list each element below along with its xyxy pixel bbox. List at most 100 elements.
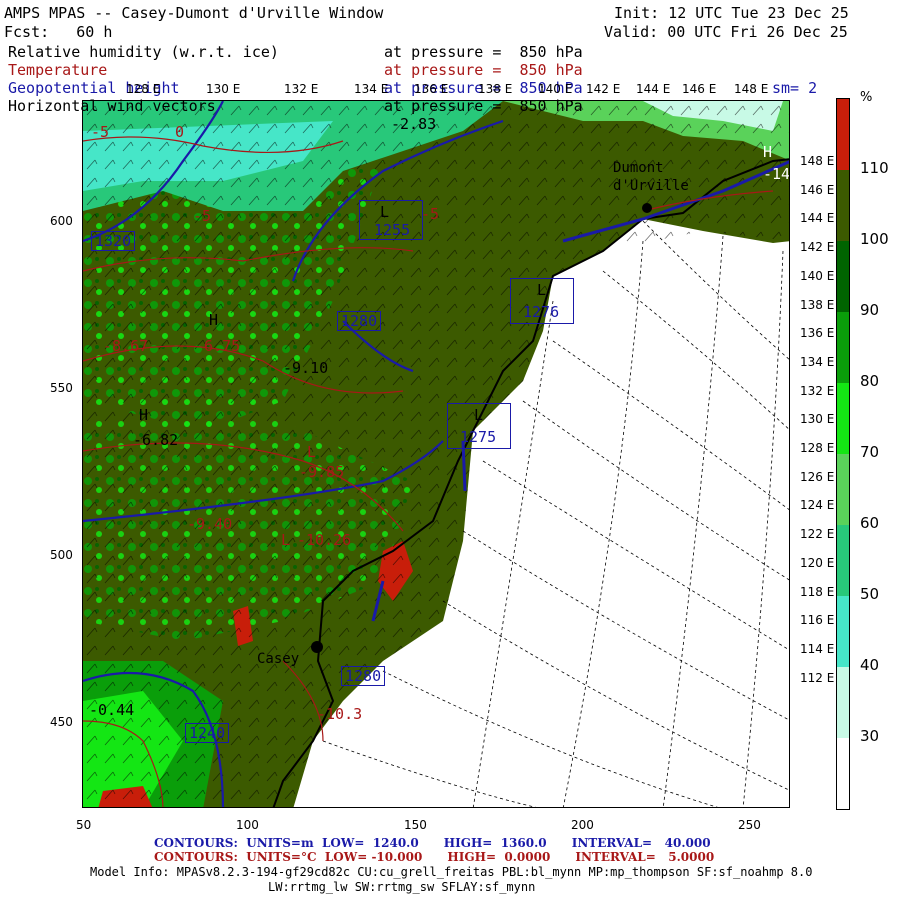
lon-label-4: 136 E xyxy=(414,82,449,96)
temp-label-6: -6.75 xyxy=(195,337,241,355)
footer-temp-contours: CONTOURS: UNITS=°C LOW= -10.000 HIGH= 0.… xyxy=(154,850,715,864)
colorbar-label-40: 40 xyxy=(860,656,880,674)
right-lon-label-11: 126 E xyxy=(800,470,835,484)
right-lon-label-6: 136 E xyxy=(800,326,835,340)
colorbar-segment-2 xyxy=(837,241,849,312)
height-label-3: 1280 xyxy=(337,311,382,331)
temp-label-15: 0 xyxy=(175,123,185,141)
smoothing-label: sm= 2 xyxy=(772,79,818,97)
hl-letter-4: H xyxy=(209,311,219,329)
right-lon-label-0: 148 E xyxy=(800,154,835,168)
lon-label-5: 138 E xyxy=(478,82,513,96)
temp-label-7: -6.82 xyxy=(133,431,179,449)
right-lon-label-1: 146 E xyxy=(800,183,835,197)
init-time: Init: 12 UTC Tue 23 Dec 25 xyxy=(614,4,849,22)
x-tick-250: 250 xyxy=(738,818,761,832)
right-lon-label-12: 124 E xyxy=(800,498,835,512)
colorbar-label-90: 90 xyxy=(860,301,880,319)
hl-letter-8: L xyxy=(281,531,291,549)
colorbar-unit: % xyxy=(860,90,873,105)
right-lon-label-16: 116 E xyxy=(800,613,835,627)
right-lon-label-9: 130 E xyxy=(800,412,835,426)
field-rh-name: Relative humidity (w.r.t. ice) xyxy=(8,43,279,61)
hl-letter-2: L xyxy=(537,281,547,299)
height-box-4: L 1276 xyxy=(510,278,574,324)
colorbar-segment-6 xyxy=(837,525,849,596)
temp-label-8: -9.85 xyxy=(299,463,345,481)
colorbar-segment-5 xyxy=(837,454,849,525)
right-lon-label-13: 122 E xyxy=(800,527,835,541)
x-tick-150: 150 xyxy=(404,818,427,832)
map-panel[interactable]: Dumont d'Urville Casey 1320 L 1255 1280 … xyxy=(82,100,790,808)
lon-label-10: 148 E xyxy=(734,82,769,96)
colorbar-label-70: 70 xyxy=(860,443,880,461)
y-tick-500: 500 xyxy=(50,548,73,562)
x-tick-100: 100 xyxy=(236,818,259,832)
footer-model-info: Model Info: MPASv8.2.3-194-gf29cd82c CU:… xyxy=(90,865,813,879)
hl-letter-3: L xyxy=(474,406,484,424)
temp-label-4: -9.10 xyxy=(283,359,329,377)
colorbar-segment-3 xyxy=(837,312,849,383)
height-label-7: 1240 xyxy=(185,723,230,743)
right-lon-label-5: 138 E xyxy=(800,298,835,312)
temp-label-2: -5 xyxy=(421,205,440,223)
colorbar xyxy=(836,98,850,810)
height-label-1: 1320 xyxy=(91,231,136,251)
colorbar-label-110: 110 xyxy=(860,159,889,177)
field-wind-level: at pressure = 850 hPa xyxy=(384,97,583,115)
height-label-6: 1280 xyxy=(341,666,386,686)
footer-height-contours: CONTOURS: UNITS=m LOW= 1240.0 HIGH= 1360… xyxy=(154,836,711,850)
field-temp-name: Temperature xyxy=(8,61,108,79)
y-tick-550: 550 xyxy=(50,381,73,395)
height-label-5: 1275 xyxy=(460,428,497,446)
temp-label-14: -14 xyxy=(763,165,790,183)
field-rh-level: at pressure = 850 hPa xyxy=(384,43,583,61)
right-lon-label-7: 134 E xyxy=(800,355,835,369)
x-tick-50: 50 xyxy=(76,818,92,832)
temp-label-3: -5 xyxy=(193,207,212,225)
right-lon-label-8: 132 E xyxy=(800,384,835,398)
map-title: AMPS MPAS -- Casey-Dumont d'Urville Wind… xyxy=(4,4,384,22)
lon-label-9: 146 E xyxy=(682,82,717,96)
right-lon-label-17: 114 E xyxy=(800,642,835,656)
lon-label-6: 140 E xyxy=(538,82,573,96)
y-tick-450: 450 xyxy=(50,715,73,729)
temp-label-13: -5 xyxy=(91,123,110,141)
colorbar-label-100: 100 xyxy=(860,230,889,248)
right-lon-label-4: 140 E xyxy=(800,269,835,283)
height-box-5: L 1275 xyxy=(447,403,511,449)
right-lon-label-2: 144 E xyxy=(800,211,835,225)
field-temp-level: at pressure = 850 hPa xyxy=(384,61,583,79)
valid-time: Valid: 00 UTC Fri 26 Dec 25 xyxy=(604,23,848,41)
hl-letter-6: H xyxy=(763,143,773,161)
station-casey-marker xyxy=(311,641,323,653)
station-dumont-durville-marker xyxy=(642,203,652,213)
forecast-hour: Fcst: 60 h xyxy=(4,23,113,41)
temp-label-10: -10.26 xyxy=(297,531,352,549)
right-lon-label-10: 128 E xyxy=(800,441,835,455)
right-lon-label-18: 112 E xyxy=(800,671,835,685)
lon-label-1: 130 E xyxy=(206,82,241,96)
right-lon-label-14: 120 E xyxy=(800,556,835,570)
temp-label-5: -8.67 xyxy=(103,337,149,355)
lon-label-8: 144 E xyxy=(636,82,671,96)
lon-label-7: 142 E xyxy=(586,82,621,96)
station-dumont-durville-label: Dumont d'Urville xyxy=(613,160,689,194)
temp-label-11: -10.3 xyxy=(317,705,363,723)
colorbar-segment-7 xyxy=(837,596,849,667)
colorbar-label-50: 50 xyxy=(860,585,880,603)
hl-letter-1: L xyxy=(380,203,390,221)
colorbar-label-30: 30 xyxy=(860,727,880,745)
height-label-2: 1255 xyxy=(374,221,411,239)
station-casey-label: Casey xyxy=(257,651,300,667)
hl-letter-5: H xyxy=(139,406,149,424)
colorbar-segment-8 xyxy=(837,667,849,738)
lon-label-0: 128 E xyxy=(126,82,161,96)
colorbar-segment-0 xyxy=(837,99,849,170)
lon-label-2: 132 E xyxy=(284,82,319,96)
x-tick-200: 200 xyxy=(571,818,594,832)
temp-label-12: -0.44 xyxy=(89,701,135,719)
right-lon-label-15: 118 E xyxy=(800,585,835,599)
temp-label-9: -9.40 xyxy=(187,515,233,533)
colorbar-segment-9 xyxy=(837,738,849,809)
